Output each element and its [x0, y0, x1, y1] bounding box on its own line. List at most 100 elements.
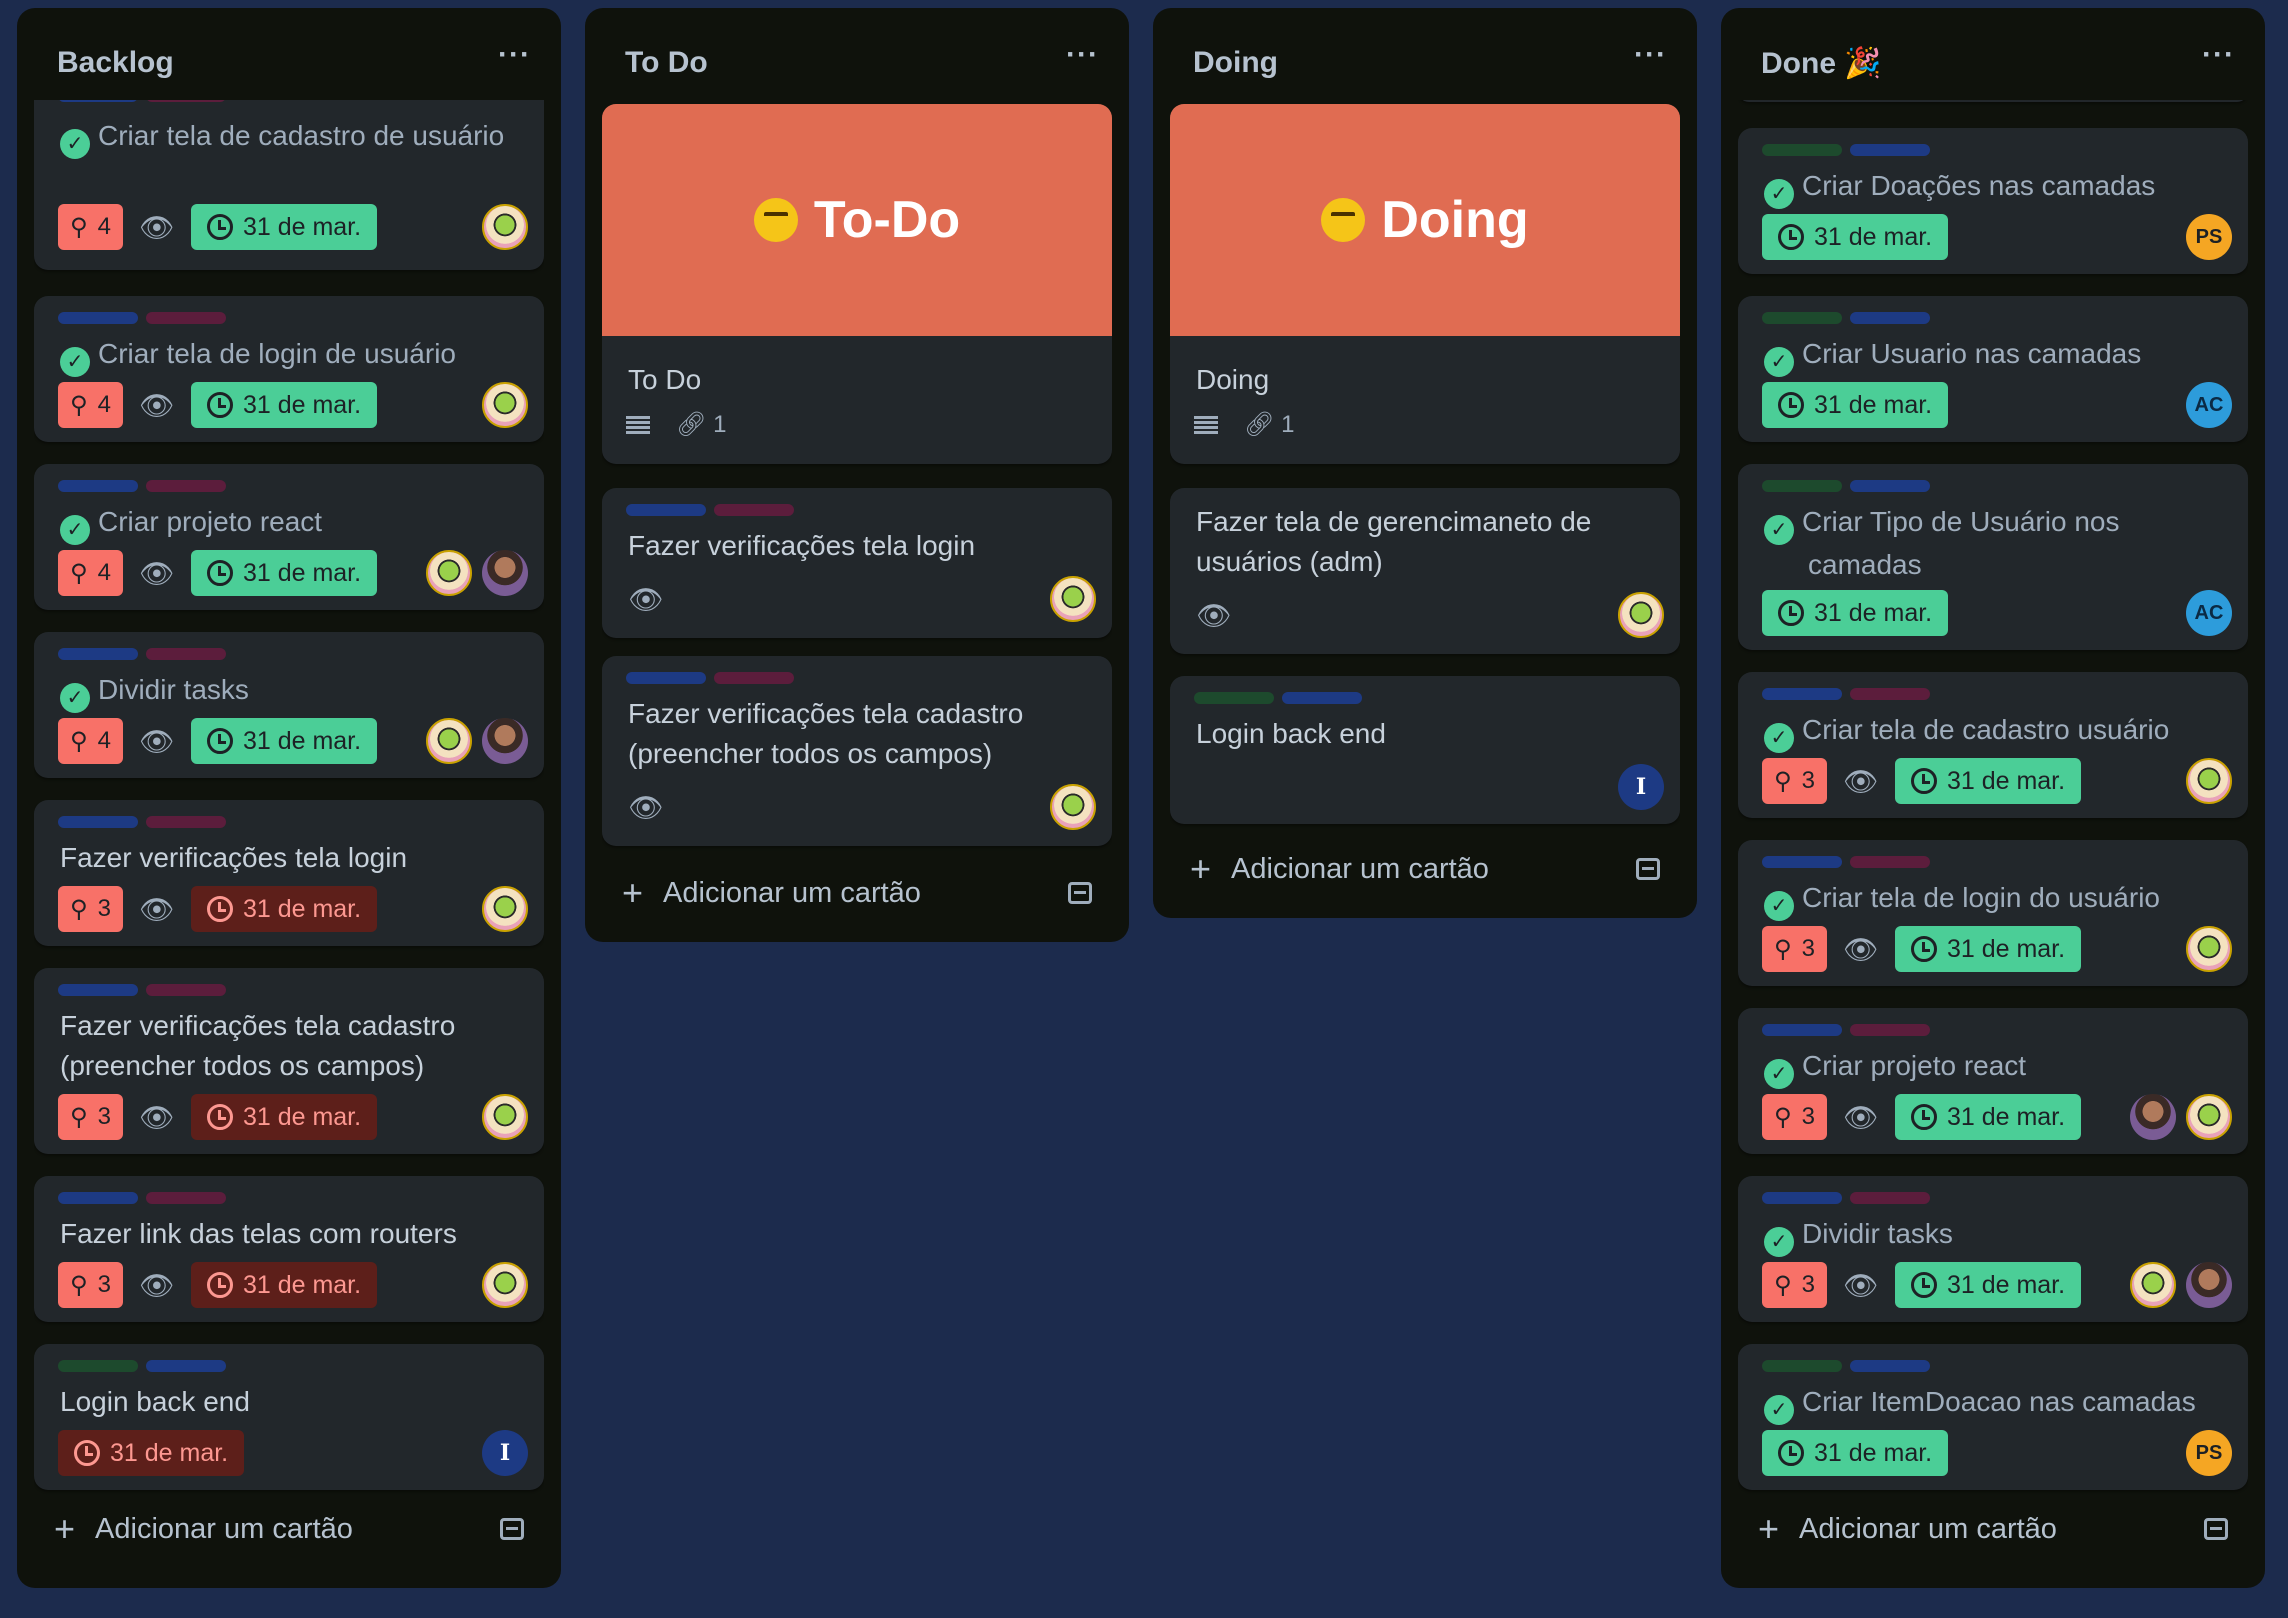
due-date-badge[interactable]: 31 de mar.: [1762, 590, 1949, 636]
list-menu-button[interactable]: ···: [1066, 38, 1099, 72]
avatar[interactable]: [1050, 784, 1096, 830]
check-icon[interactable]: ✓: [1764, 347, 1794, 377]
label-red[interactable]: [146, 100, 226, 102]
avatar[interactable]: [2130, 1262, 2176, 1308]
list-title[interactable]: Backlog: [57, 46, 174, 80]
due-date-badge[interactable]: 31 de mar.: [190, 1094, 378, 1140]
label-red[interactable]: [146, 648, 226, 660]
card[interactable]: ✓ Criar tela de login de usuário ⚲ 4 👁 31 …: [34, 296, 544, 442]
card[interactable]: ✓ Dividir tasks ⚲ 4 👁 31 de mar.: [34, 632, 544, 778]
label-red[interactable]: [1850, 1024, 1930, 1036]
label-blue[interactable]: [1850, 144, 1930, 156]
label-blue[interactable]: [58, 816, 138, 828]
check-icon[interactable]: ✓: [1764, 723, 1794, 753]
label-blue[interactable]: [626, 504, 706, 516]
card[interactable]: ✓ Criar tela de cadastro de usuário ⚲ 4 👁 …: [34, 100, 544, 270]
due-date-badge[interactable]: 31 de mar.: [190, 886, 378, 932]
avatar[interactable]: [2186, 1262, 2232, 1308]
card[interactable]: Fazer verificações tela cadastro (preenc…: [602, 656, 1112, 846]
avatar[interactable]: [482, 718, 528, 764]
card[interactable]: ✓ Criar tela de cadastro usuário ⚲ 3 👁 31 …: [1738, 672, 2248, 818]
card[interactable]: Fazer verificações tela login 👁: [602, 488, 1112, 638]
label-green[interactable]: [1762, 144, 1842, 156]
label-red[interactable]: [1850, 688, 1930, 700]
list-title[interactable]: To Do: [625, 46, 708, 80]
card[interactable]: ✓ Criar Tipo de Usuário nos camadas 31 de…: [1738, 464, 2248, 650]
check-icon[interactable]: ✓: [1764, 891, 1794, 921]
label-blue[interactable]: [1762, 856, 1842, 868]
add-card-button[interactable]: + Adicionar um cartão: [1738, 1500, 2248, 1558]
check-icon[interactable]: ✓: [60, 129, 90, 159]
avatar[interactable]: PS: [2186, 1430, 2232, 1476]
check-icon[interactable]: ✓: [1764, 515, 1794, 545]
label-blue[interactable]: [146, 1360, 226, 1372]
label-green[interactable]: [1762, 480, 1842, 492]
avatar[interactable]: [482, 886, 528, 932]
check-icon[interactable]: ✓: [1764, 1227, 1794, 1257]
avatar[interactable]: I: [482, 1430, 528, 1476]
card[interactable]: ✓ Criar Doações nas camadas 31 de mar. PS: [1738, 128, 2248, 274]
due-date-badge[interactable]: 31 de mar.: [1894, 926, 2082, 972]
label-red[interactable]: [146, 816, 226, 828]
label-blue[interactable]: [1850, 480, 1930, 492]
card[interactable]: ✓ Criar ItemDoacao nas camadas 31 de mar.…: [1738, 1344, 2248, 1490]
label-blue[interactable]: [1762, 688, 1842, 700]
label-red[interactable]: [146, 984, 226, 996]
due-date-badge[interactable]: 31 de mar.: [190, 1262, 378, 1308]
due-date-badge[interactable]: 31 de mar.: [1894, 1262, 2082, 1308]
label-blue[interactable]: [58, 648, 138, 660]
label-red[interactable]: [146, 312, 226, 324]
list-title[interactable]: Done 🎉: [1761, 46, 1882, 81]
avatar[interactable]: [1050, 576, 1096, 622]
due-date-badge[interactable]: 31 de mar.: [1894, 758, 2082, 804]
label-red[interactable]: [1850, 1192, 1930, 1204]
avatar[interactable]: I: [1618, 764, 1664, 810]
label-blue[interactable]: [1762, 1024, 1842, 1036]
card[interactable]: ✓ Criar tela de login do usuário ⚲ 3 👁 31 …: [1738, 840, 2248, 986]
list-menu-button[interactable]: ···: [2202, 38, 2235, 72]
avatar[interactable]: [2186, 1094, 2232, 1140]
card[interactable]: Login back end I: [1170, 676, 1680, 824]
avatar[interactable]: [426, 718, 472, 764]
check-icon[interactable]: ✓: [60, 347, 90, 377]
avatar[interactable]: [482, 1262, 528, 1308]
due-date-badge[interactable]: 31 de mar.: [1894, 1094, 2082, 1140]
label-blue[interactable]: [58, 312, 138, 324]
cover-card[interactable]: To-Do To Do 🔗︎ 1: [602, 104, 1112, 464]
label-green[interactable]: [1762, 1360, 1842, 1372]
card[interactable]: [1738, 100, 2248, 102]
card-template-icon[interactable]: [1636, 858, 1660, 880]
label-blue[interactable]: [626, 672, 706, 684]
due-date-badge[interactable]: 31 de mar.: [1762, 382, 1949, 428]
card-template-icon[interactable]: [2204, 1518, 2228, 1540]
due-date-badge[interactable]: 31 de mar.: [1762, 214, 1949, 260]
avatar[interactable]: AC: [2186, 382, 2232, 428]
avatar[interactable]: [482, 550, 528, 596]
avatar[interactable]: [482, 204, 528, 250]
card-template-icon[interactable]: [500, 1518, 524, 1540]
list-menu-button[interactable]: ···: [498, 38, 531, 72]
avatar[interactable]: [482, 1094, 528, 1140]
label-red[interactable]: [146, 480, 226, 492]
cover-card[interactable]: Doing Doing 🔗︎ 1: [1170, 104, 1680, 464]
due-date-badge[interactable]: 31 de mar.: [58, 1430, 245, 1476]
label-green[interactable]: [58, 1360, 138, 1372]
label-red[interactable]: [714, 672, 794, 684]
avatar[interactable]: [426, 550, 472, 596]
avatar[interactable]: [482, 382, 528, 428]
label-green[interactable]: [1762, 312, 1842, 324]
avatar[interactable]: [1618, 592, 1664, 638]
check-icon[interactable]: ✓: [1764, 1059, 1794, 1089]
label-blue[interactable]: [58, 984, 138, 996]
check-icon[interactable]: ✓: [60, 515, 90, 545]
due-date-badge[interactable]: 31 de mar.: [1762, 1430, 1949, 1476]
label-red[interactable]: [1850, 856, 1930, 868]
list-menu-button[interactable]: ···: [1634, 38, 1667, 72]
card[interactable]: Fazer verificações tela cadastro (preenc…: [34, 968, 544, 1154]
label-green[interactable]: [1194, 692, 1274, 704]
add-card-button[interactable]: + Adicionar um cartão: [34, 1500, 544, 1558]
due-date-badge[interactable]: 31 de mar.: [190, 382, 378, 428]
label-red[interactable]: [146, 1192, 226, 1204]
card[interactable]: Fazer link das telas com routers ⚲ 3 👁 31…: [34, 1176, 544, 1322]
card[interactable]: Login back end 31 de mar. I: [34, 1344, 544, 1490]
